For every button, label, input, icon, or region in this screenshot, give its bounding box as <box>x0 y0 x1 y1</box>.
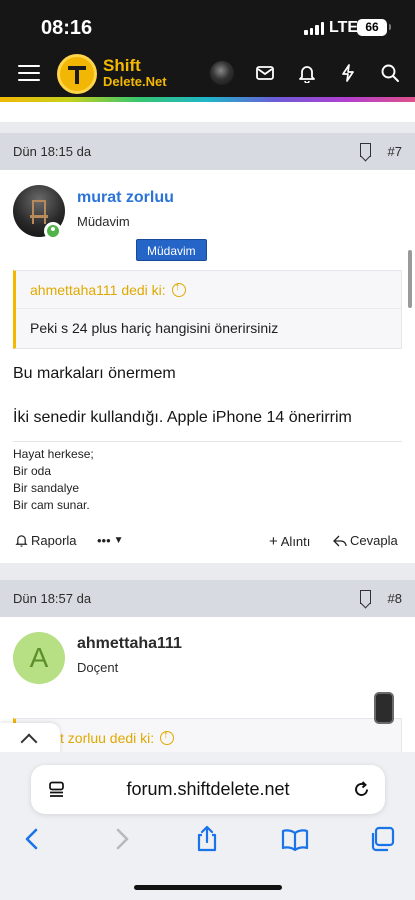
search-icon[interactable] <box>380 63 400 83</box>
site-header: 08:16 LTE 66 Shift Delete.Net <box>0 0 415 102</box>
post-number[interactable]: #7 <box>388 144 402 159</box>
signal-icon <box>304 22 324 35</box>
logo-mark-icon <box>57 54 97 94</box>
message-line: İki senedir kullandığı. Apple iPhone 14 … <box>13 409 352 426</box>
quote-author[interactable]: ahmettaha111 dedi ki: <box>30 282 166 298</box>
thread-content: Dün 18:15 da #7 murat zorluu Müdavim Müd… <box>0 102 415 752</box>
url-text[interactable]: forum.shiftdelete.net <box>31 779 385 800</box>
plus-icon: + <box>269 533 278 550</box>
back-icon[interactable] <box>18 824 48 854</box>
bookmarks-icon[interactable] <box>280 824 310 854</box>
quote-text: Peki s 24 plus hariç hangisini önerirsin… <box>30 320 279 336</box>
caret-down-icon: ▼ <box>113 535 124 546</box>
message-line: Bu markaları önermem <box>13 365 176 382</box>
reply-button[interactable]: Cevapla <box>333 533 398 548</box>
logo-text-line2: Delete.Net <box>103 74 167 89</box>
signature-divider <box>13 441 402 442</box>
site-logo[interactable]: Shift Delete.Net <box>57 54 172 94</box>
report-button[interactable]: Raporla <box>15 533 77 548</box>
browser-toolbar: forum.shiftdelete.net <box>0 752 415 900</box>
post-author[interactable]: murat zorluu <box>77 189 174 207</box>
forward-icon[interactable] <box>106 824 136 854</box>
menu-icon[interactable] <box>18 65 40 82</box>
reload-icon[interactable] <box>352 780 371 799</box>
post-header: Dün 18:57 da #8 <box>0 580 415 617</box>
post-author[interactable]: ahmettaha111 <box>77 635 182 653</box>
home-indicator <box>134 885 282 890</box>
quote-author[interactable]: t zorluu dedi ki: <box>60 730 154 746</box>
quote-header[interactable]: ahmettaha111 dedi ki: <box>16 271 401 309</box>
signature-line: Bir oda <box>13 464 52 478</box>
quote-header[interactable]: t zorluu dedi ki: <box>16 719 401 752</box>
status-time: 08:16 <box>41 17 93 39</box>
report-label: Raporla <box>31 533 77 548</box>
address-bar[interactable]: forum.shiftdelete.net <box>31 765 385 814</box>
post-8: Dün 18:57 da #8 A ahmettaha111 Doçent t … <box>0 580 415 752</box>
arrow-up-circle-icon[interactable] <box>171 281 186 297</box>
post-number[interactable]: #8 <box>388 591 402 606</box>
more-options-button[interactable]: ••• ▼ <box>97 533 124 548</box>
reply-icon <box>333 535 347 546</box>
signature-line: Bir sandalye <box>13 481 80 495</box>
mail-icon[interactable] <box>255 63 275 83</box>
tabs-icon[interactable] <box>367 824 397 854</box>
post-date[interactable]: Dün 18:57 da <box>13 591 91 606</box>
reply-label: Cevapla <box>350 533 398 548</box>
scroll-to-top-button[interactable] <box>0 723 60 755</box>
bell-icon <box>15 535 28 547</box>
bookmark-icon[interactable] <box>360 143 371 157</box>
phone-icon[interactable] <box>374 692 394 724</box>
user-badge: Müdavim <box>136 239 207 261</box>
quote-button[interactable]: + Alıntı <box>269 533 310 550</box>
scrollbar[interactable] <box>408 250 412 308</box>
battery-icon: 66 <box>357 19 391 36</box>
bolt-icon[interactable] <box>338 63 358 83</box>
quote-block: ahmettaha111 dedi ki: Peki s 24 plus har… <box>13 270 402 349</box>
post-header: Dün 18:15 da #7 <box>0 133 415 170</box>
user-title: Doçent <box>77 660 119 675</box>
quote-block: t zorluu dedi ki: <box>13 718 402 752</box>
previous-post-edge <box>0 102 415 122</box>
post-date[interactable]: Dün 18:15 da <box>13 144 91 159</box>
bell-icon[interactable] <box>297 63 317 83</box>
user-avatar[interactable] <box>210 61 234 85</box>
bookmark-icon[interactable] <box>360 590 371 604</box>
signature-line: Hayat herkese; <box>13 447 94 461</box>
logo-text-line1: Shift <box>103 56 141 75</box>
user-title: Müdavim <box>77 214 130 229</box>
online-status-icon <box>44 222 62 240</box>
quote-label: Alıntı <box>280 534 311 549</box>
signature-line: Bir cam sunar. <box>13 498 90 512</box>
signature: Hayat herkese; Bir oda Bir sandalye Bir … <box>13 446 94 514</box>
post-7: Dün 18:15 da #7 murat zorluu Müdavim Müd… <box>0 133 415 563</box>
arrow-up-circle-icon[interactable] <box>160 729 175 745</box>
more-label: ••• <box>97 533 111 548</box>
share-icon[interactable] <box>192 824 222 854</box>
avatar[interactable]: A <box>13 632 65 684</box>
status-bar: 08:16 LTE 66 <box>0 0 415 54</box>
network-label: LTE <box>329 19 359 36</box>
